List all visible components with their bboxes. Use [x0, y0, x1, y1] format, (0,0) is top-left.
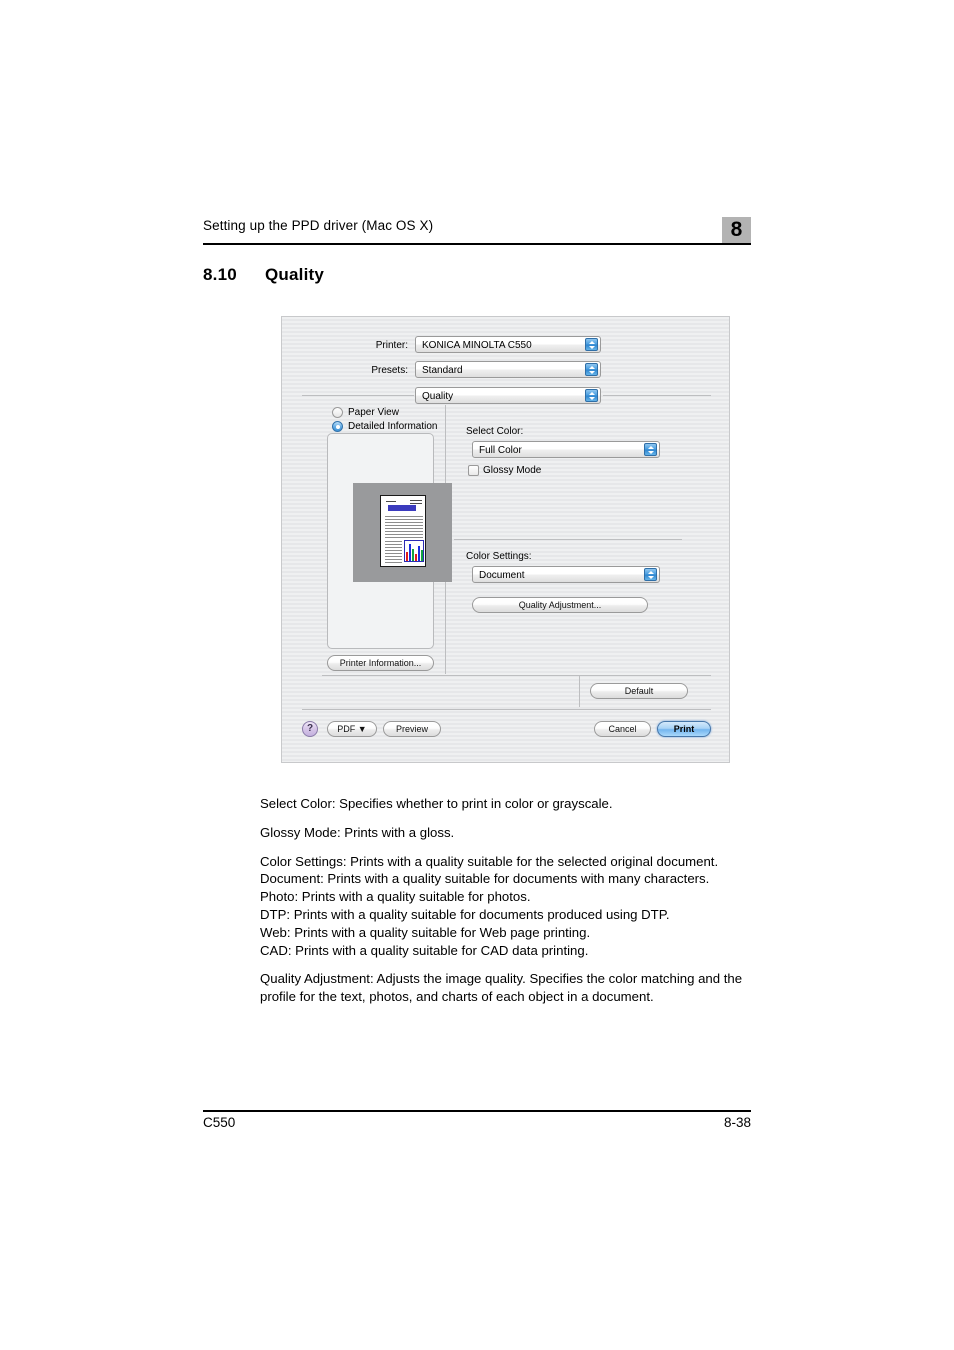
thumb-text-line — [385, 528, 423, 529]
default-button[interactable]: Default — [590, 683, 688, 699]
thumb-chart-bar — [409, 544, 411, 561]
running-header: Setting up the PPD driver (Mac OS X) — [203, 218, 751, 234]
thumb-chart-bar — [418, 546, 420, 561]
thumb-text-line — [385, 531, 423, 532]
paragraph-cad: CAD: Prints with a quality suitable for … — [260, 942, 589, 958]
printer-information-button[interactable]: Printer Information... — [327, 655, 434, 671]
cancel-button[interactable]: Cancel — [594, 721, 651, 737]
running-header-title: Setting up the PPD driver (Mac OS X) — [203, 218, 434, 233]
thumb-chart-bar — [421, 550, 423, 561]
thumb-bar-chart — [404, 540, 424, 562]
radio-detailed-information[interactable] — [332, 421, 343, 432]
thumb-text-line — [385, 534, 423, 535]
thumb-text-line — [385, 553, 402, 554]
thumb-header-dash-right — [410, 500, 422, 501]
chevron-updown-icon — [585, 363, 598, 376]
pane-select-value: Quality — [422, 391, 454, 402]
thumb-chart-bar — [415, 554, 417, 561]
help-button[interactable]: ? — [302, 721, 318, 737]
printer-select[interactable]: KONICA MINOLTA C550 — [415, 336, 601, 353]
select-color-value: Full Color — [479, 445, 522, 456]
action-bar-separator — [302, 709, 711, 710]
chevron-updown-icon — [585, 338, 598, 351]
glossy-mode-label: Glossy Mode — [483, 465, 542, 476]
thumb-text-line — [385, 559, 402, 560]
printer-select-value: KONICA MINOLTA C550 — [422, 340, 532, 351]
thumb-text-line — [385, 522, 423, 523]
radio-detailed-information-label: Detailed Information — [348, 421, 438, 432]
pane-select[interactable]: Quality — [415, 387, 601, 404]
body-text: Select Color: Specifies whether to print… — [260, 795, 752, 1017]
preview-panel — [327, 433, 452, 649]
presets-label: Presets: — [371, 365, 408, 376]
presets-select[interactable]: Standard — [415, 361, 601, 378]
paragraph-color-settings: Color Settings: Prints with a quality su… — [260, 853, 719, 869]
section-heading: 8.10 Quality — [203, 265, 324, 285]
footer-rule — [203, 1110, 751, 1112]
thumb-header-dash-left — [386, 501, 396, 502]
thumb-text-line — [385, 550, 402, 551]
pane-rule-left — [302, 395, 414, 396]
chevron-updown-icon — [644, 443, 657, 456]
preview-button[interactable]: Preview — [383, 721, 441, 737]
thumb-text-line — [385, 556, 402, 557]
header-rule — [203, 243, 751, 245]
thumb-text-line — [385, 519, 423, 520]
thumb-text-line — [385, 525, 423, 526]
thumb-text-line — [385, 562, 402, 563]
paragraph-photo: Photo: Prints with a quality suitable fo… — [260, 889, 531, 905]
paragraph-select-color: Select Color: Specifies whether to print… — [260, 796, 613, 811]
thumb-header-dash-right2 — [410, 503, 422, 504]
pdf-button[interactable]: PDF ▼ — [327, 721, 377, 737]
manual-page: Setting up the PPD driver (Mac OS X) 8 8… — [0, 0, 954, 1350]
thumb-text-line — [385, 537, 423, 538]
paragraph-dtp: DTP: Prints with a quality suitable for … — [260, 906, 670, 922]
presets-select-value: Standard — [422, 365, 463, 376]
chevron-updown-icon — [644, 568, 657, 581]
quality-adjustment-button[interactable]: Quality Adjustment... — [472, 597, 648, 613]
paragraph-glossy-mode: Glossy Mode: Prints with a gloss. — [260, 824, 455, 840]
color-settings-value: Document — [479, 570, 525, 581]
chevron-updown-icon — [585, 389, 598, 402]
pane-rule-right — [603, 395, 711, 396]
color-settings-select[interactable]: Document — [472, 566, 660, 583]
default-row-separator — [322, 675, 711, 676]
thumb-chart-bar — [406, 552, 408, 561]
preview-document-thumbnail — [380, 495, 426, 567]
footer-page-number: 8-38 — [723, 1115, 751, 1130]
thumb-text-line — [385, 541, 402, 542]
paragraph-quality-adjustment: Quality Adjustment: Adjusts the image qu… — [260, 971, 743, 1005]
glossy-mode-checkbox[interactable] — [468, 465, 479, 476]
paragraph-document: Document: Prints with a quality suitable… — [260, 871, 710, 887]
section-title: Quality — [265, 265, 325, 284]
default-row-divider — [579, 675, 580, 707]
print-dialog: Printer: KONICA MINOLTA C550 Presets: St… — [281, 316, 730, 763]
select-color-select[interactable]: Full Color — [472, 441, 660, 458]
print-button[interactable]: Print — [657, 721, 711, 737]
paragraph-web: Web: Prints with a quality suitable for … — [260, 924, 591, 940]
thumb-text-line — [385, 547, 402, 548]
chapter-number-badge: 8 — [722, 217, 751, 243]
radio-paper-view-label: Paper View — [348, 407, 399, 418]
thumb-text-line — [385, 516, 423, 517]
preview-backdrop — [353, 483, 452, 582]
thumb-chart-bar — [412, 549, 414, 561]
thumb-text-line — [385, 544, 402, 545]
section-number: 8.10 — [203, 265, 237, 284]
color-settings-label: Color Settings: — [466, 551, 532, 562]
right-pane-separator — [454, 539, 682, 540]
radio-paper-view[interactable] — [332, 407, 343, 418]
printer-label: Printer: — [375, 340, 408, 351]
thumb-title-block — [388, 505, 416, 511]
select-color-label: Select Color: — [466, 426, 524, 437]
